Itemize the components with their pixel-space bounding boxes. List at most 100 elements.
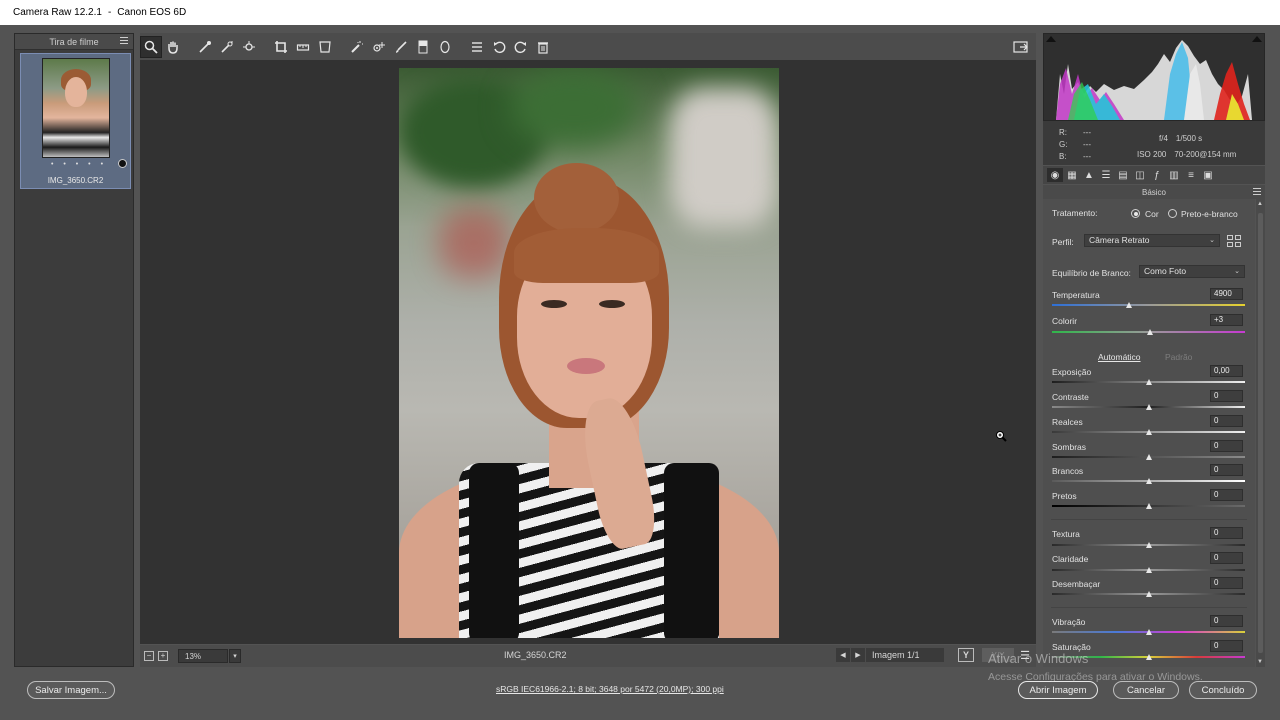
lens-value: 70-200@154 mm [1174,150,1237,159]
tools-toolbar [140,33,1036,60]
preferences-icon[interactable] [466,36,488,58]
whites-value[interactable]: 0 [1210,464,1243,476]
before-after-toggle-button[interactable]: Y [958,648,974,662]
dehaze-value[interactable]: 0 [1210,577,1243,589]
calibration-tab-icon[interactable]: ▥ [1166,168,1182,182]
clarity-value[interactable]: 0 [1210,552,1243,564]
exposure-value[interactable]: 0,00 [1210,365,1243,377]
targeted-adjustment-tool-icon[interactable] [238,36,260,58]
saturation-value[interactable]: 0 [1210,640,1243,652]
transform-tool-icon[interactable] [314,36,336,58]
treatment-bw-radio[interactable] [1168,209,1177,218]
texture-slider-handle[interactable] [1145,542,1152,548]
panel-divider [1051,607,1247,608]
contrast-slider-handle[interactable] [1145,404,1152,410]
red-eye-removal-tool-icon[interactable] [368,36,390,58]
contrast-value[interactable]: 0 [1210,390,1243,402]
canvas-statusbar: − + 13% ▾ IMG_3650.CR2 ◀ ▶ Imagem 1/1 Y … [140,645,1036,667]
rotate-left-icon[interactable] [488,36,510,58]
exposure-slider-handle[interactable] [1145,379,1152,385]
blacks-value[interactable]: 0 [1210,489,1243,501]
saturation-slider-handle[interactable] [1145,654,1152,660]
straighten-tool-icon[interactable] [292,36,314,58]
vibrance-label: Vibração [1052,617,1086,627]
treatment-color-label[interactable]: Cor [1145,209,1159,219]
filmstrip-thumbnail[interactable]: • • • • • IMG_3650.CR2 [20,53,131,189]
spot-removal-tool-icon[interactable] [346,36,368,58]
shadows-slider-handle[interactable] [1145,454,1152,460]
preview-photo[interactable] [399,68,779,638]
tint-value[interactable]: +3 [1210,314,1243,326]
auto-link[interactable]: Automático [1098,352,1141,362]
aperture-value: f/4 [1159,134,1168,143]
temperature-slider-handle[interactable] [1126,302,1133,308]
scrollbar-thumb[interactable] [1258,213,1263,653]
next-image-icon[interactable]: ▶ [851,648,865,662]
wb-value: Como Foto [1144,266,1187,276]
done-button[interactable]: Concluído [1189,681,1257,699]
workflow-options-link[interactable]: sRGB IEC61966-2.1; 8 bit; 3648 por 5472 … [496,684,724,694]
filmstrip-menu-icon[interactable] [120,37,128,45]
basic-tab-icon[interactable]: ◉ [1047,168,1063,182]
crop-tool-icon[interactable] [270,36,292,58]
color-sampler-tool-icon[interactable] [216,36,238,58]
effects-tab-icon[interactable]: ƒ [1149,168,1165,182]
save-image-button[interactable]: Salvar Imagem... [27,681,115,699]
default-link[interactable]: Padrão [1165,352,1192,362]
clarity-slider-handle[interactable] [1145,567,1152,573]
whites-slider-handle[interactable] [1145,478,1152,484]
filmstrip-panel: Tira de filme • • • • • IMG_3650.CR2 [14,33,134,667]
scroll-down-icon[interactable]: ▼ [1257,659,1263,665]
zoom-in-button[interactable]: + [158,651,168,661]
vibrance-slider-handle[interactable] [1145,629,1152,635]
texture-value[interactable]: 0 [1210,527,1243,539]
white-balance-tool-icon[interactable] [194,36,216,58]
highlights-value[interactable]: 0 [1210,415,1243,427]
previous-image-icon[interactable]: ◀ [836,648,850,662]
treatment-bw-label[interactable]: Preto-e-branco [1181,209,1238,219]
shadows-value[interactable]: 0 [1210,440,1243,452]
filmstrip-header: Tira de filme [15,34,133,50]
tone-curve-tab-icon[interactable]: ▦ [1064,168,1080,182]
panel-header: Básico [1043,185,1265,199]
scroll-up-icon[interactable]: ▲ [1257,201,1263,207]
zoom-out-button[interactable]: − [144,651,154,661]
temperature-slider[interactable] [1052,304,1245,306]
adjustment-brush-icon[interactable] [390,36,412,58]
zoom-level-field[interactable]: 13% [178,649,228,663]
toggle-fullscreen-icon[interactable] [1010,36,1032,58]
detail-tab-icon[interactable]: ▲ [1081,168,1097,182]
highlights-slider-handle[interactable] [1145,429,1152,435]
panel-scrollbar[interactable]: ▲ ▼ [1256,199,1265,667]
panel-divider [1051,519,1247,520]
lens-corrections-tab-icon[interactable]: ◫ [1132,168,1148,182]
wb-select[interactable]: Como Foto ⌄ [1139,265,1245,278]
blacks-slider-handle[interactable] [1145,503,1152,509]
radial-filter-icon[interactable] [434,36,456,58]
panel-menu-icon[interactable] [1253,188,1261,197]
vibrance-value[interactable]: 0 [1210,615,1243,627]
profile-select[interactable]: Câmera Retrato ⌄ [1084,234,1220,247]
temperature-value[interactable]: 4900 [1210,288,1243,300]
open-image-button[interactable]: Abrir Imagem [1018,681,1098,699]
shutter-value: 1/500 s [1175,134,1203,143]
image-canvas[interactable] [140,60,1036,644]
split-toning-tab-icon[interactable]: ▤ [1115,168,1131,182]
dehaze-slider-handle[interactable] [1145,591,1152,597]
rotate-right-icon[interactable] [510,36,532,58]
zoom-dropdown-chevron-icon[interactable]: ▾ [229,649,241,663]
graduated-filter-icon[interactable] [412,36,434,58]
treatment-color-radio[interactable] [1131,209,1140,218]
dehaze-label: Desembaçar [1052,579,1101,589]
profile-browser-icon[interactable] [1227,235,1241,247]
zoom-tool-icon[interactable] [140,35,162,58]
snapshots-tab-icon[interactable]: ▣ [1200,168,1216,182]
histogram [1043,33,1265,121]
presets-tab-icon[interactable]: ≡ [1183,168,1199,182]
hsl-tab-icon[interactable]: ☰ [1098,168,1114,182]
tint-slider-handle[interactable] [1147,329,1154,335]
trash-icon[interactable] [532,36,554,58]
cancel-button[interactable]: Cancelar [1113,681,1179,699]
rating-dots[interactable]: • • • • • [51,161,107,168]
hand-tool-icon[interactable] [162,36,184,58]
